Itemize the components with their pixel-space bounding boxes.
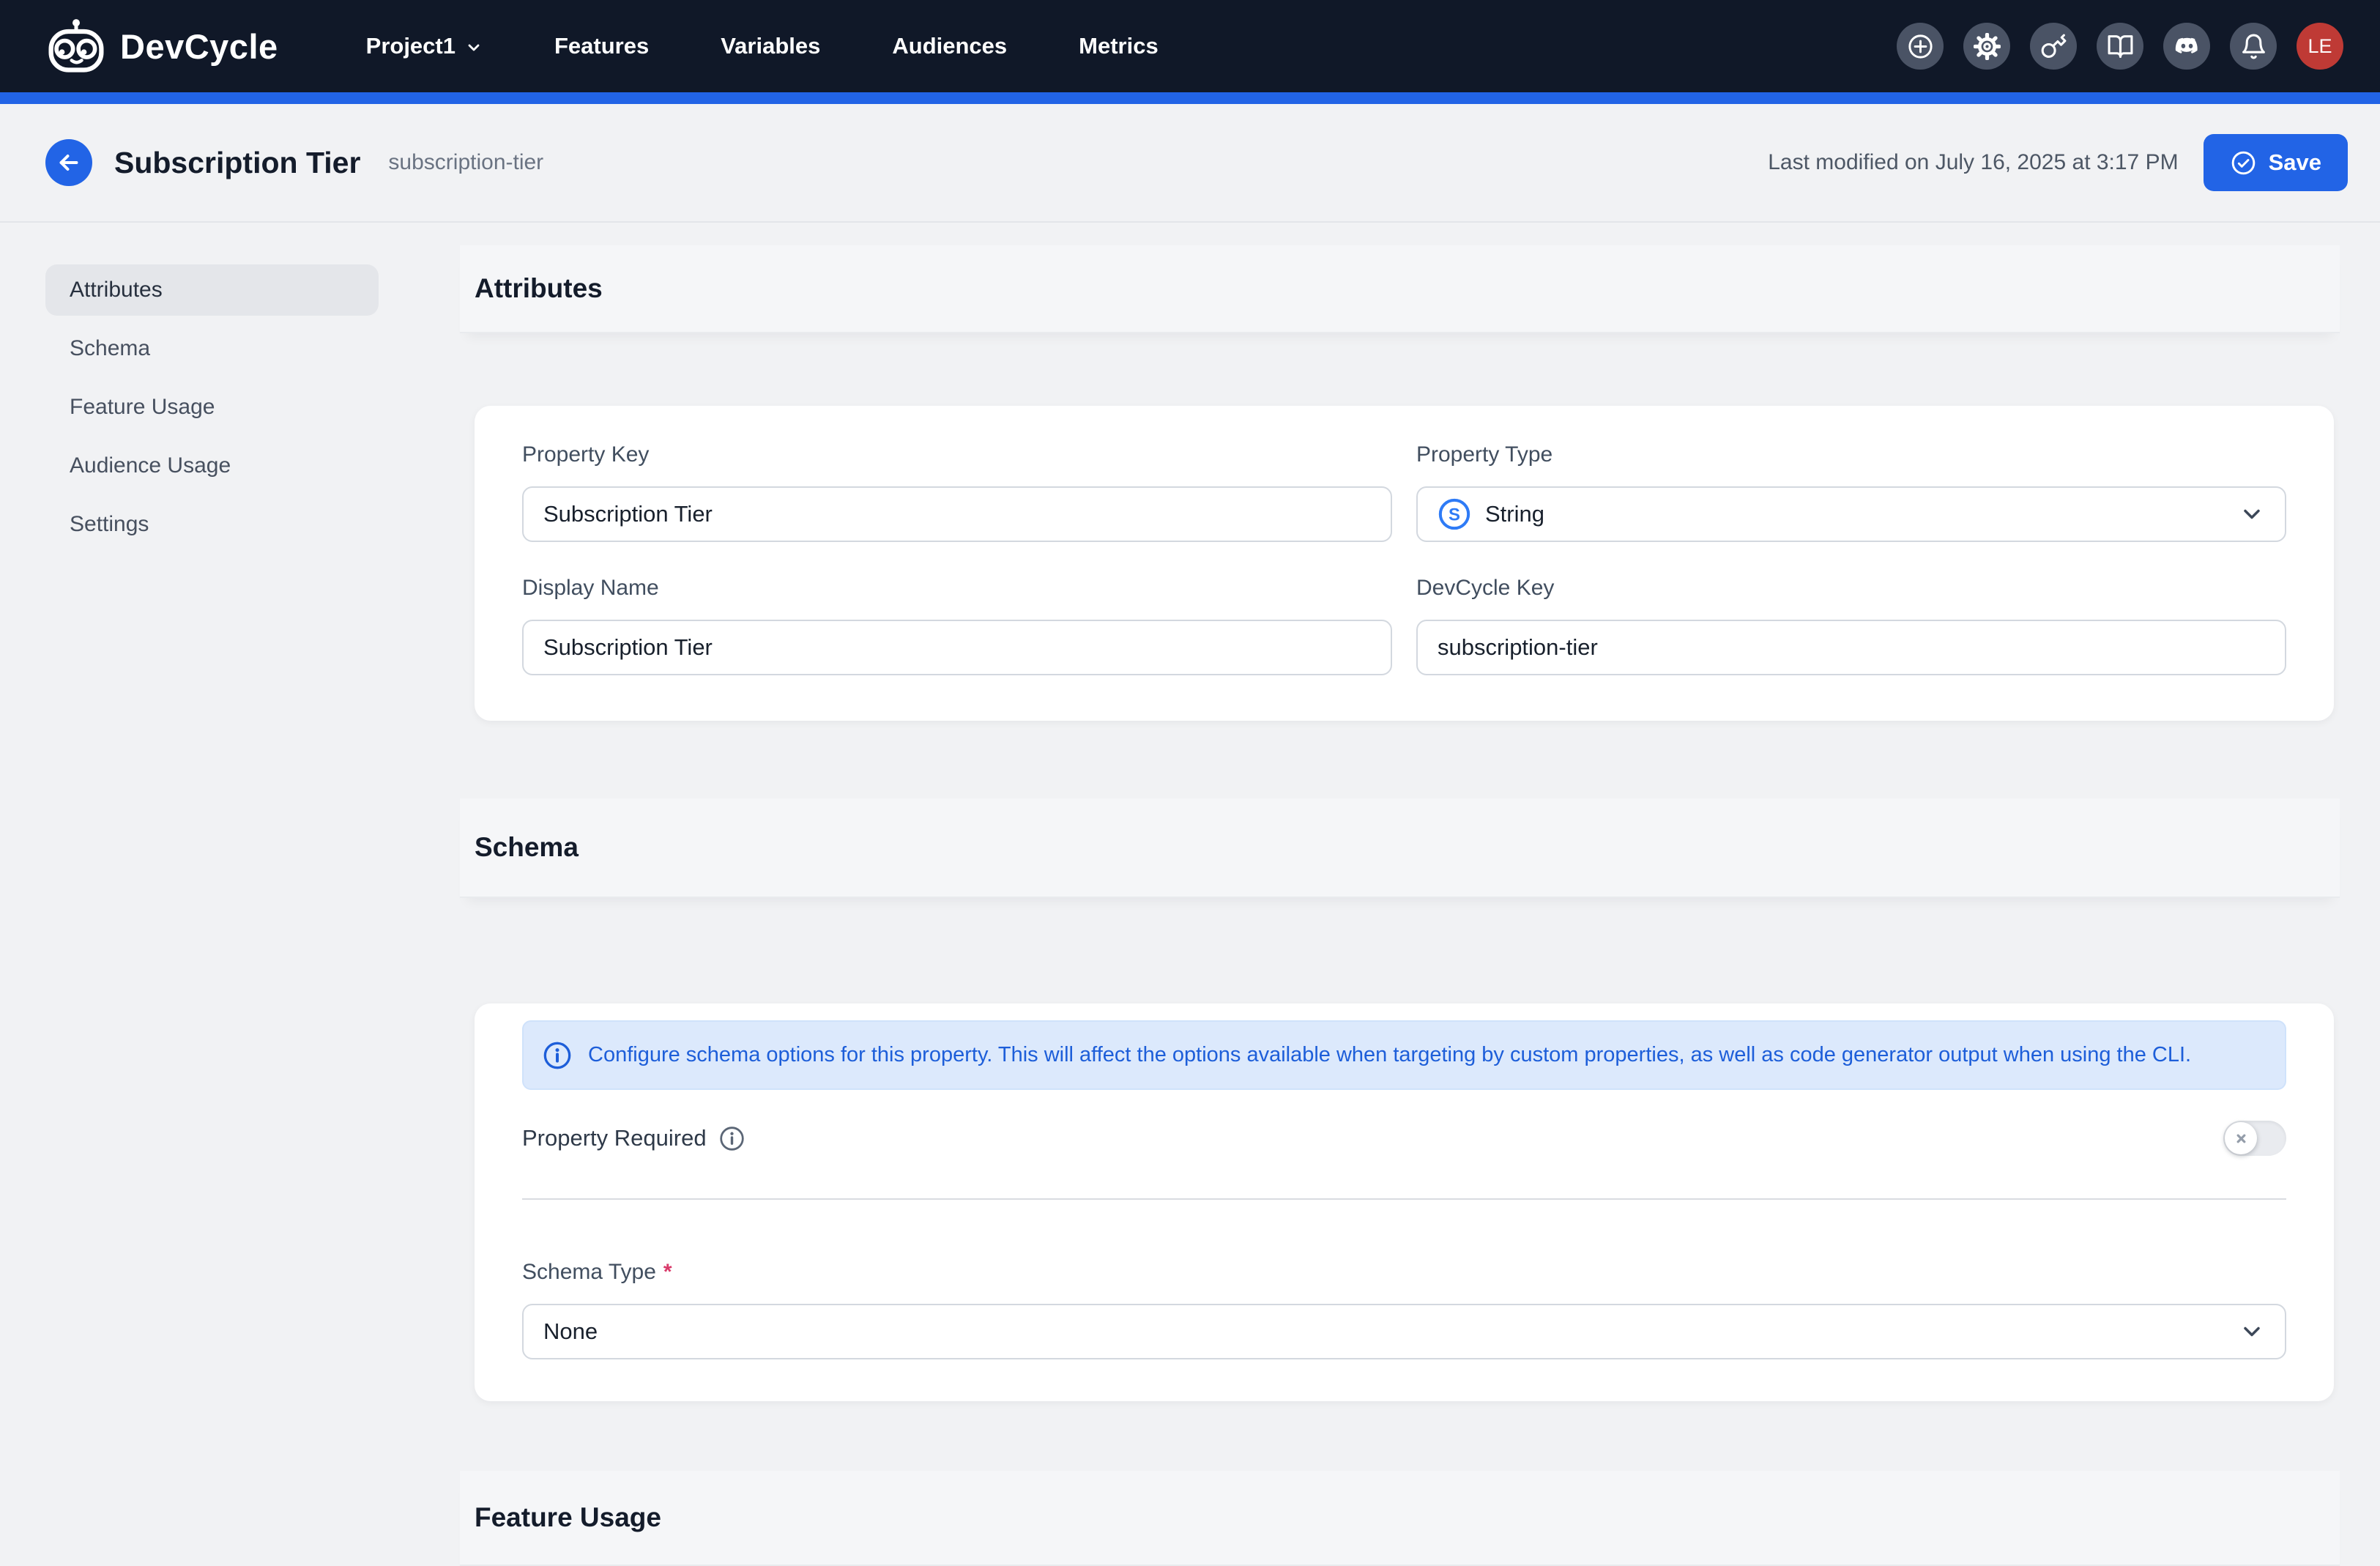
nav-project-label: Project1 xyxy=(366,33,455,59)
sidebar-item-feature-usage[interactable]: Feature Usage xyxy=(45,382,379,433)
key-icon xyxy=(2040,33,2067,60)
save-button-label: Save xyxy=(2269,149,2321,176)
property-type-field: Property Type S String xyxy=(1416,442,2286,542)
nav-features-label: Features xyxy=(554,33,649,59)
sidebar-item-attributes[interactable]: Attributes xyxy=(45,264,379,316)
property-required-label: Property Required xyxy=(522,1125,707,1151)
sidebar-item-schema[interactable]: Schema xyxy=(45,323,379,374)
toggle-knob xyxy=(2225,1122,2257,1154)
discord-icon xyxy=(2173,33,2201,60)
property-key-field: Property Key xyxy=(522,442,1392,542)
attributes-card: Property Key Property Type S String Disp… xyxy=(475,406,2334,721)
nav-variables[interactable]: Variables xyxy=(721,33,820,59)
property-required-row: Property Required xyxy=(522,1121,2286,1156)
api-keys-button[interactable] xyxy=(2030,23,2077,70)
string-type-icon: S xyxy=(1438,497,1471,531)
chevron-down-icon xyxy=(2239,501,2265,527)
nav-features[interactable]: Features xyxy=(554,33,649,59)
schema-card: Configure schema options for this proper… xyxy=(475,1003,2334,1401)
devcycle-robot-icon xyxy=(47,17,105,75)
back-button[interactable] xyxy=(45,139,92,186)
devcycle-logo-text: DevCycle xyxy=(120,26,278,67)
accent-bar xyxy=(0,92,2380,104)
devcycle-key-field: DevCycle Key xyxy=(1416,576,2286,675)
feature-usage-section-header: Feature Usage xyxy=(460,1471,2340,1566)
display-name-input[interactable] xyxy=(522,620,1392,675)
devcycle-key-label: DevCycle Key xyxy=(1416,576,2286,601)
header-divider xyxy=(0,221,2380,223)
property-type-label: Property Type xyxy=(1416,442,2286,467)
info-circle-icon[interactable] xyxy=(718,1125,745,1152)
bell-icon xyxy=(2240,33,2267,60)
schema-info-text: Configure schema options for this proper… xyxy=(588,1043,2191,1067)
chevron-down-icon xyxy=(2239,1318,2265,1345)
sidebar-item-audience-usage[interactable]: Audience Usage xyxy=(45,440,379,491)
create-new-button[interactable] xyxy=(1897,23,1944,70)
svg-text:S: S xyxy=(1449,505,1460,524)
check-circle-icon xyxy=(2230,149,2257,177)
nav-variables-label: Variables xyxy=(721,33,820,59)
schema-info-banner: Configure schema options for this proper… xyxy=(522,1020,2286,1090)
page-title: Subscription Tier xyxy=(114,146,360,180)
notifications-button[interactable] xyxy=(2230,23,2277,70)
schema-type-label: Schema Type* xyxy=(522,1260,2286,1285)
property-type-select[interactable]: S String xyxy=(1416,486,2286,542)
property-type-value: String xyxy=(1485,501,1544,527)
nav-metrics[interactable]: Metrics xyxy=(1079,33,1159,59)
property-required-toggle[interactable] xyxy=(2223,1121,2286,1156)
main-nav: Project1 Features Variables Audiences Me… xyxy=(366,33,1159,59)
property-key-input[interactable] xyxy=(522,486,1392,542)
schema-type-select[interactable]: None xyxy=(522,1304,2286,1359)
required-asterisk: * xyxy=(663,1260,672,1284)
x-icon xyxy=(2234,1132,2248,1146)
attributes-section-header: Attributes xyxy=(460,245,2340,333)
feature-usage-heading: Feature Usage xyxy=(475,1502,661,1533)
docs-button[interactable] xyxy=(2097,23,2143,70)
arrow-left-icon xyxy=(56,149,82,176)
discord-button[interactable] xyxy=(2163,23,2210,70)
property-key-text: subscription-tier xyxy=(388,150,543,175)
last-modified-text: Last modified on July 16, 2025 at 3:17 P… xyxy=(1768,150,2178,175)
attributes-heading: Attributes xyxy=(475,273,603,304)
settings-button[interactable] xyxy=(1963,23,2010,70)
page-header: Subscription Tier subscription-tier Last… xyxy=(0,104,2380,221)
property-key-label: Property Key xyxy=(522,442,1392,467)
navbar-actions: LE xyxy=(1897,23,2343,70)
top-navbar: DevCycle Project1 Features Variables Aud… xyxy=(0,0,2380,92)
plus-circle-icon xyxy=(1907,33,1934,60)
gear-icon xyxy=(1974,33,2001,60)
schema-heading: Schema xyxy=(475,832,579,863)
sidebar-item-settings[interactable]: Settings xyxy=(45,499,379,550)
nav-metrics-label: Metrics xyxy=(1079,33,1159,59)
display-name-label: Display Name xyxy=(522,576,1392,601)
schema-section-header: Schema xyxy=(460,798,2340,898)
nav-project-selector[interactable]: Project1 xyxy=(366,33,483,59)
user-avatar[interactable]: LE xyxy=(2297,23,2343,70)
devcycle-key-input[interactable] xyxy=(1416,620,2286,675)
devcycle-logo[interactable]: DevCycle xyxy=(47,17,278,75)
info-circle-icon xyxy=(543,1041,572,1070)
save-button[interactable]: Save xyxy=(2204,134,2348,191)
schema-type-field: Schema Type* None xyxy=(522,1260,2286,1359)
chevron-down-icon xyxy=(465,36,483,56)
display-name-field: Display Name xyxy=(522,576,1392,675)
schema-divider xyxy=(522,1198,2286,1200)
schema-type-value: None xyxy=(543,1318,598,1345)
nav-audiences[interactable]: Audiences xyxy=(892,33,1007,59)
devcycle-property-page: DevCycle Project1 Features Variables Aud… xyxy=(0,0,2380,1566)
book-icon xyxy=(2107,33,2134,60)
property-side-nav: Attributes Schema Feature Usage Audience… xyxy=(45,264,379,557)
nav-audiences-label: Audiences xyxy=(892,33,1007,59)
